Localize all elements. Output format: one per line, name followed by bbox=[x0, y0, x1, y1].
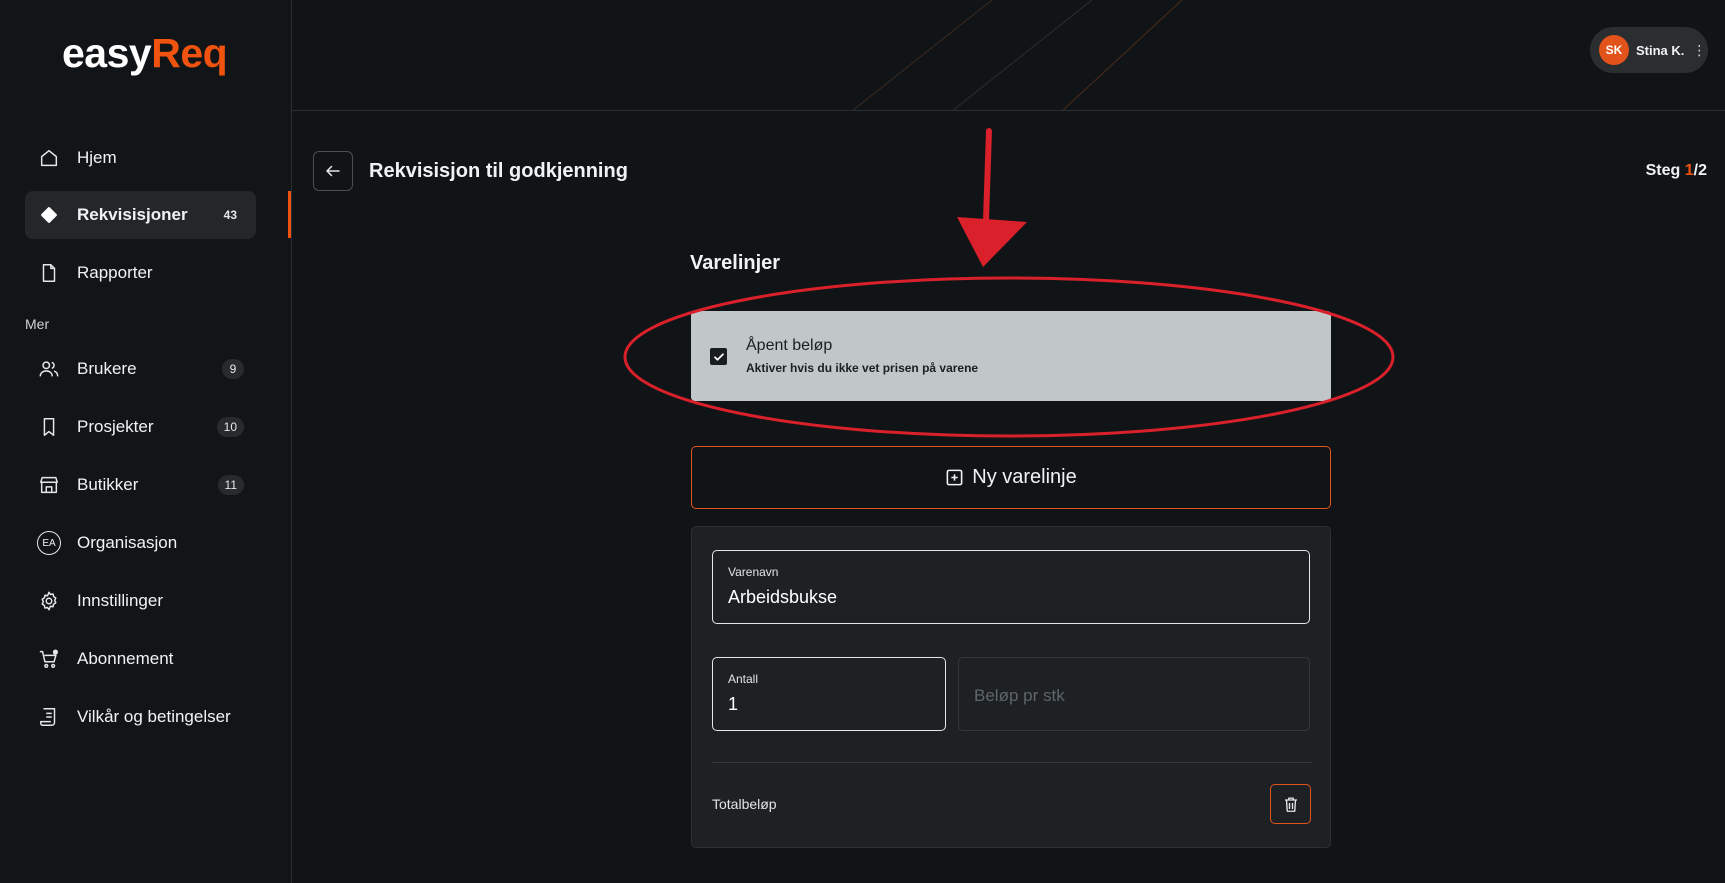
sidebar-item-butikker[interactable]: Butikker 11 bbox=[25, 461, 256, 509]
count-badge: 9 bbox=[222, 359, 244, 379]
sidebar-item-label: Abonnement bbox=[77, 649, 174, 668]
sidebar-item-label: Butikker bbox=[77, 475, 139, 494]
active-indicator bbox=[288, 191, 291, 238]
diamond-icon bbox=[37, 203, 61, 227]
item-name-value: Arbeidsbukse bbox=[728, 587, 838, 607]
sidebar-item-rapporter[interactable]: Rapporter bbox=[25, 249, 256, 297]
home-icon bbox=[37, 146, 61, 170]
organization-icon-text: EA bbox=[37, 531, 61, 555]
sidebar-item-label: Organisasjon bbox=[77, 533, 178, 552]
sidebar-item-vilkar[interactable]: Vilkår og betingelser bbox=[25, 693, 256, 741]
sidebar-item-rekvisisjoner[interactable]: Rekvisisjoner 43 bbox=[25, 191, 256, 239]
brand-logo-part1: easy bbox=[62, 30, 152, 76]
trash-icon bbox=[1284, 796, 1297, 812]
sidebar-item-label: Rekvisisjoner bbox=[77, 205, 188, 224]
item-name-field[interactable]: Varenavn Arbeidsbukse bbox=[712, 550, 1310, 624]
count-badge: 10 bbox=[216, 417, 244, 437]
step-total: /2 bbox=[1693, 162, 1707, 179]
open-amount-title: Åpent beløp bbox=[746, 337, 833, 354]
item-lines-title: Varelinjer bbox=[690, 252, 781, 274]
new-item-line-label: Ny varelinje bbox=[972, 466, 1077, 488]
sidebar-item-label: Rapporter bbox=[77, 263, 153, 282]
open-amount-subtitle: Aktiver hvis du ikke vet prisen på varen… bbox=[746, 361, 979, 375]
cart-icon bbox=[37, 647, 61, 671]
avatar: SK bbox=[1599, 35, 1629, 65]
user-name: Stina K. bbox=[1636, 42, 1685, 58]
step-current: 1 bbox=[1684, 162, 1694, 179]
sidebar-item-label: Vilkår og betingelser bbox=[77, 707, 231, 726]
check-icon bbox=[713, 352, 724, 361]
sidebar-item-brukere[interactable]: Brukere 9 bbox=[25, 345, 256, 393]
plus-square-icon bbox=[946, 469, 963, 486]
back-button[interactable] bbox=[313, 151, 353, 191]
sidebar-item-prosjekter[interactable]: Prosjekter 10 bbox=[25, 403, 256, 451]
quantity-value: 1 bbox=[728, 694, 739, 714]
unit-price-field[interactable]: Beløp pr stk bbox=[958, 657, 1310, 731]
organization-icon: EA bbox=[37, 531, 61, 555]
sidebar-section-label: Mer bbox=[25, 316, 50, 332]
total-amount-label: Totalbeløp bbox=[712, 796, 777, 812]
sidebar-item-label: Brukere bbox=[77, 359, 137, 378]
brand-logo[interactable]: easyReq bbox=[62, 30, 228, 77]
bookmark-icon bbox=[37, 415, 61, 439]
quantity-label: Antall bbox=[728, 672, 759, 686]
brand-logo-part2: Req bbox=[151, 30, 228, 76]
sidebar: easyReq Hjem Rekvisisjoner 43 Rapporter … bbox=[0, 0, 292, 883]
header-decoration bbox=[852, 0, 1183, 110]
store-icon bbox=[37, 473, 61, 497]
count-badge: 11 bbox=[217, 475, 244, 495]
sidebar-item-label: Innstillinger bbox=[77, 591, 163, 610]
count-badge: 43 bbox=[223, 208, 237, 222]
unit-price-placeholder: Beløp pr stk bbox=[974, 686, 1065, 705]
step-indicator: Steg 1/2 bbox=[1646, 162, 1707, 180]
users-icon bbox=[37, 357, 61, 381]
annotation-arrow-shaft bbox=[983, 128, 992, 223]
gear-icon bbox=[37, 589, 61, 613]
annotation-arrow-head bbox=[957, 217, 1027, 267]
sidebar-item-label: Prosjekter bbox=[77, 417, 154, 436]
top-header bbox=[292, 0, 1725, 111]
user-menu[interactable]: SK Stina K. ⋮ bbox=[1590, 27, 1708, 73]
item-name-label: Varenavn bbox=[728, 565, 779, 579]
sidebar-item-hjem[interactable]: Hjem bbox=[25, 134, 256, 182]
divider bbox=[712, 762, 1312, 763]
page-title: Rekvisisjon til godkjenning bbox=[369, 160, 628, 182]
item-line-card: Varenavn Arbeidsbukse Antall 1 Beløp pr … bbox=[691, 526, 1331, 848]
more-vertical-icon: ⋮ bbox=[1692, 41, 1707, 58]
sidebar-item-innstillinger[interactable]: Innstillinger bbox=[25, 577, 256, 625]
open-amount-option[interactable]: Åpent beløp Aktiver hvis du ikke vet pri… bbox=[691, 311, 1331, 401]
sidebar-item-abonnement[interactable]: Abonnement bbox=[25, 635, 256, 683]
delete-line-button[interactable] bbox=[1270, 784, 1311, 824]
step-prefix: Steg bbox=[1645, 162, 1685, 179]
open-amount-checkbox[interactable] bbox=[710, 348, 727, 365]
new-item-line-button[interactable]: Ny varelinje bbox=[691, 446, 1331, 509]
receipt-icon bbox=[37, 705, 61, 729]
sidebar-item-organisasjon[interactable]: EA Organisasjon bbox=[25, 519, 256, 567]
quantity-field[interactable]: Antall 1 bbox=[712, 657, 946, 731]
document-icon bbox=[37, 261, 61, 285]
sidebar-item-label: Hjem bbox=[77, 148, 117, 167]
arrow-left-icon bbox=[326, 165, 340, 177]
